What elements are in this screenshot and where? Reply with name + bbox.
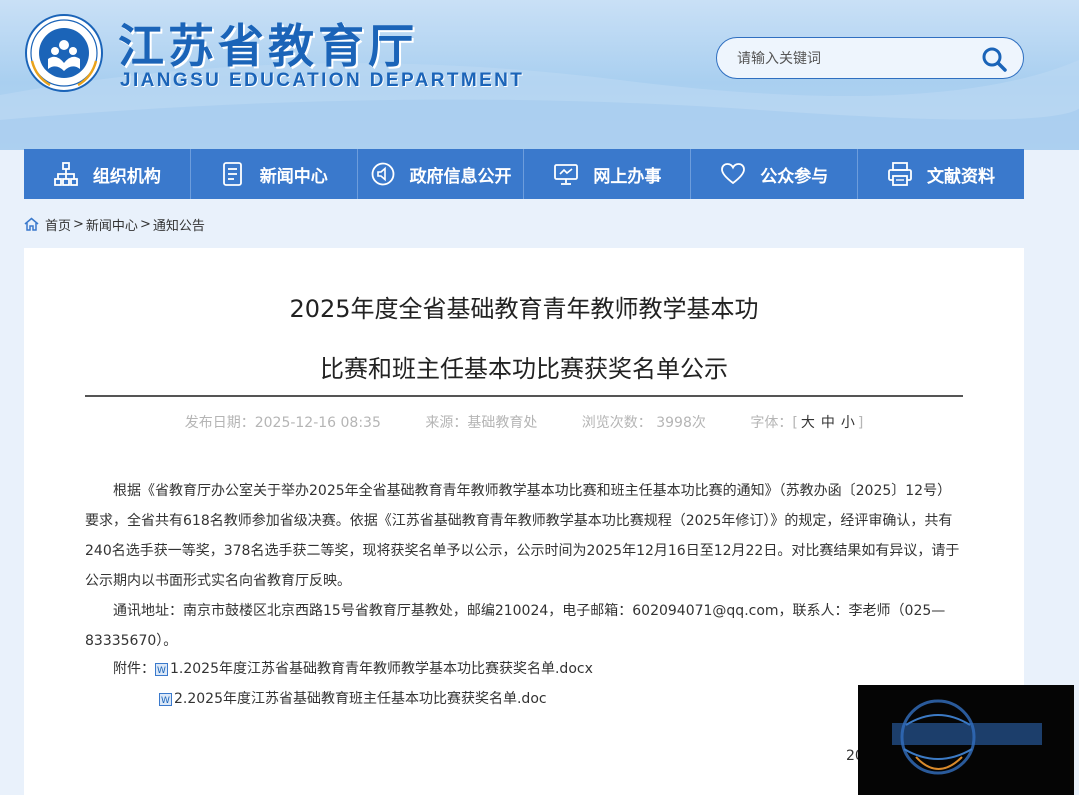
education-emblem-icon[interactable] [24,13,104,93]
nav-item-gov-info[interactable]: 政府信息公开 [358,149,525,199]
org-chart-icon [54,162,78,186]
font-size-bracket-open: [ [792,415,798,431]
attachment-row: 附件： W 1.2025年度江苏省基础教育青年教师教学基本功比赛获奖名单.doc… [113,654,593,684]
article-title-line2: 比赛和班主任基本功比赛获奖名单公示 [320,355,728,383]
printer-icon [888,162,912,186]
font-size-medium[interactable]: 中 [821,415,835,431]
article-meta: 发布日期：2025-12-16 08:35 来源：基础教育处 浏览次数： 399… [24,412,1024,432]
attachment-link[interactable]: 2.2025年度江苏省基础教育班主任基本功比赛获奖名单.doc [174,684,547,714]
speaker-icon [371,162,394,186]
search-box [716,37,1024,79]
breadcrumb-separator: > [139,216,151,232]
attachment-label: 附件： [113,661,155,677]
home-icon [24,217,39,231]
site-header: 江苏省教育厅 JIANGSU EDUCATION DEPARTMENT [0,0,1079,150]
nav-label: 新闻中心 [259,166,328,187]
article-paragraph: 根据《省教育厅办公室关于举办2025年全省基础教育青年教师教学基本功比赛和班主任… [85,483,960,589]
nav-item-public-participation[interactable]: 公众参与 [691,149,859,199]
nav-label: 文献资料 [927,166,996,187]
nav-item-news[interactable]: 新闻中心 [191,149,358,199]
title-divider [85,395,963,397]
font-size-label: 字体： [750,415,793,431]
breadcrumb-notice[interactable]: 通知公告 [153,215,205,234]
article-source: 来源：基础教育处 [425,415,538,431]
main-nav: 组织机构 新闻中心 政府信息公开 网上办事 公众参与 文献资料 [24,149,1024,199]
word-file-icon: W [159,692,172,706]
publish-date: 发布日期：2025-12-16 08:35 [184,415,381,431]
nav-item-org[interactable]: 组织机构 [24,149,191,199]
site-title[interactable]: 江苏省教育厅 [118,10,418,76]
breadcrumb: 首页 > 新闻中心 > 通知公告 [24,215,205,234]
nav-label: 政府信息公开 [409,166,512,187]
site-title-en: JIANGSU EDUCATION DEPARTMENT [120,70,525,91]
monitor-icon [554,164,579,185]
article-title-line1: 2025年度全省基础教育青年教师教学基本功 [289,295,759,323]
view-count: 浏览次数： 3998次 [581,415,706,431]
nav-label: 网上办事 [593,166,662,187]
breadcrumb-home[interactable]: 首页 [45,215,71,234]
font-size-control: 字体：[大中小] [750,415,863,431]
word-file-icon: W [155,662,168,676]
nav-label: 公众参与 [760,166,829,187]
article-paragraph: 通讯地址：南京市鼓楼区北京西路15号省教育厅基教处，邮编210024，电子邮箱：… [85,603,946,649]
nav-label: 组织机构 [92,166,161,187]
svg-text:W: W [157,666,166,676]
svg-text:W: W [161,696,170,706]
font-size-large[interactable]: 大 [801,415,815,431]
breadcrumb-news[interactable]: 新闻中心 [86,215,138,234]
heart-icon [721,163,746,185]
breadcrumb-separator: > [73,216,84,232]
nav-item-literature[interactable]: 文献资料 [858,149,1024,199]
document-icon [222,162,242,186]
font-size-bracket-close: ] [857,415,864,431]
search-input[interactable] [737,47,967,71]
attachment-link[interactable]: 1.2025年度江苏省基础教育青年教师教学基本功比赛获奖名单.docx [170,654,593,684]
watermark-logo [858,685,1074,795]
attachment-row: W 2.2025年度江苏省基础教育班主任基本功比赛获奖名单.doc [159,684,547,714]
search-icon[interactable] [979,44,1009,74]
article-body: 根据《省教育厅办公室关于举办2025年全省基础教育青年教师教学基本功比赛和班主任… [85,476,965,656]
font-size-small[interactable]: 小 [841,415,855,431]
nav-item-online-service[interactable]: 网上办事 [524,149,692,199]
